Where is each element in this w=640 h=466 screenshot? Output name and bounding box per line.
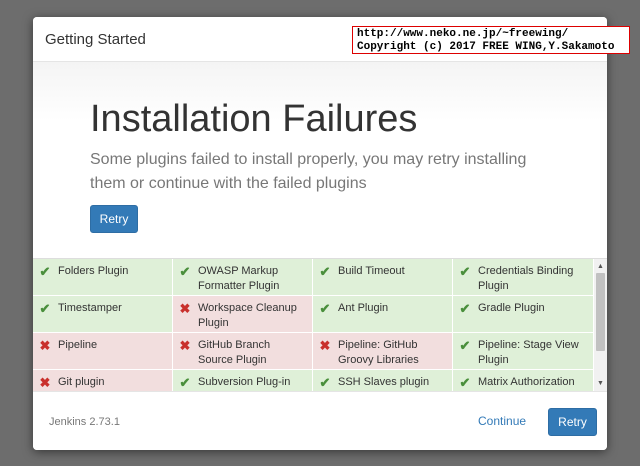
copyright-watermark: http://www.neko.ne.jp/~freewing/ Copyrig…: [352, 26, 630, 54]
plugin-item: ✔ OWASP Markup Formatter Plugin: [173, 259, 313, 296]
plugin-item: ✔ Build Timeout: [313, 259, 453, 296]
plugin-name: GitHub Branch Source Plugin: [198, 339, 271, 366]
plugin-item: ✔ Subversion Plug-in: [173, 370, 313, 392]
watermark-url: http://www.neko.ne.jp/~freewing/: [357, 28, 569, 40]
x-icon: ✖: [179, 301, 191, 316]
check-icon: ✔: [39, 301, 51, 316]
scroll-up-icon[interactable]: ▲: [594, 261, 607, 273]
plugin-name: OWASP Markup Formatter Plugin: [198, 265, 280, 292]
hero-section: Installation Failures Some plugins faile…: [33, 62, 607, 257]
plugin-name: SSH Slaves plugin: [338, 376, 430, 388]
dialog-footer: Jenkins 2.73.1 Continue Retry: [33, 391, 607, 450]
plugin-list-scrollbar[interactable]: ▲ ▼: [594, 258, 607, 391]
check-icon: ✔: [459, 375, 471, 390]
scroll-thumb[interactable]: [596, 273, 605, 351]
plugin-name: Timestamper: [58, 302, 122, 314]
plugin-name: Pipeline: Stage View Plugin: [478, 339, 579, 366]
check-icon: ✔: [319, 264, 331, 279]
plugin-item: ✖ Git plugin: [33, 370, 173, 392]
plugin-item: ✖ GitHub Branch Source Plugin: [173, 333, 313, 370]
check-icon: ✔: [319, 301, 331, 316]
plugin-item: ✔ Ant Plugin: [313, 296, 453, 333]
version-label: Jenkins 2.73.1: [49, 416, 120, 428]
check-icon: ✔: [319, 375, 331, 390]
plugin-name: Ant Plugin: [338, 302, 389, 314]
x-icon: ✖: [39, 375, 51, 390]
footer-retry-button[interactable]: Retry: [548, 408, 597, 436]
plugin-grid: ✔ Folders Plugin ✔ OWASP Markup Formatter P…: [33, 259, 594, 392]
plugin-item: ✔ Folders Plugin: [33, 259, 173, 296]
plugin-item: ✖ Workspace Cleanup Plugin: [173, 296, 313, 333]
page-title: Installation Failures: [90, 98, 418, 140]
plugin-name: Workspace Cleanup Plugin: [198, 302, 297, 329]
continue-link[interactable]: Continue: [478, 414, 526, 428]
plugin-name: Pipeline: GitHub Groovy Libraries: [338, 339, 419, 366]
plugin-item: ✔ Credentials Binding Plugin: [453, 259, 594, 296]
plugin-list[interactable]: ✔ Folders Plugin ✔ OWASP Markup Formatter P…: [33, 258, 594, 392]
plugin-name: Pipeline: [58, 339, 98, 351]
plugin-name: Matrix Authorization: [478, 376, 575, 388]
plugin-item: ✔ Gradle Plugin: [453, 296, 594, 333]
plugin-name: Build Timeout: [338, 265, 405, 277]
dialog-title: Getting Started: [45, 31, 146, 48]
plugin-item: ✖ Pipeline: [33, 333, 173, 370]
plugin-name: Subversion Plug-in: [198, 376, 291, 388]
plugin-item: ✔ Timestamper: [33, 296, 173, 333]
check-icon: ✔: [459, 264, 471, 279]
x-icon: ✖: [319, 338, 331, 353]
hero-description: Some plugins failed to install properly,…: [90, 151, 527, 192]
scroll-down-icon[interactable]: ▼: [594, 378, 607, 390]
x-icon: ✖: [179, 338, 191, 353]
check-icon: ✔: [459, 338, 471, 353]
plugin-name: Git plugin: [58, 376, 105, 388]
plugin-name: Gradle Plugin: [478, 302, 545, 314]
plugin-item: ✔ Pipeline: Stage View Plugin: [453, 333, 594, 370]
check-icon: ✔: [459, 301, 471, 316]
x-icon: ✖: [39, 338, 51, 353]
check-icon: ✔: [39, 264, 51, 279]
setup-dialog: Getting Started Installation Failures So…: [33, 17, 607, 450]
plugin-name: Folders Plugin: [58, 265, 129, 277]
plugin-item: ✖ Pipeline: GitHub Groovy Libraries: [313, 333, 453, 370]
plugin-item: ✔ Matrix Authorization: [453, 370, 594, 392]
plugin-name: Credentials Binding Plugin: [478, 265, 574, 292]
check-icon: ✔: [179, 375, 191, 390]
plugin-item: ✔ SSH Slaves plugin: [313, 370, 453, 392]
retry-button[interactable]: Retry: [90, 205, 138, 233]
watermark-copyright: Copyright (c) 2017 FREE WING,Y.Sakamoto: [357, 41, 615, 53]
check-icon: ✔: [179, 264, 191, 279]
